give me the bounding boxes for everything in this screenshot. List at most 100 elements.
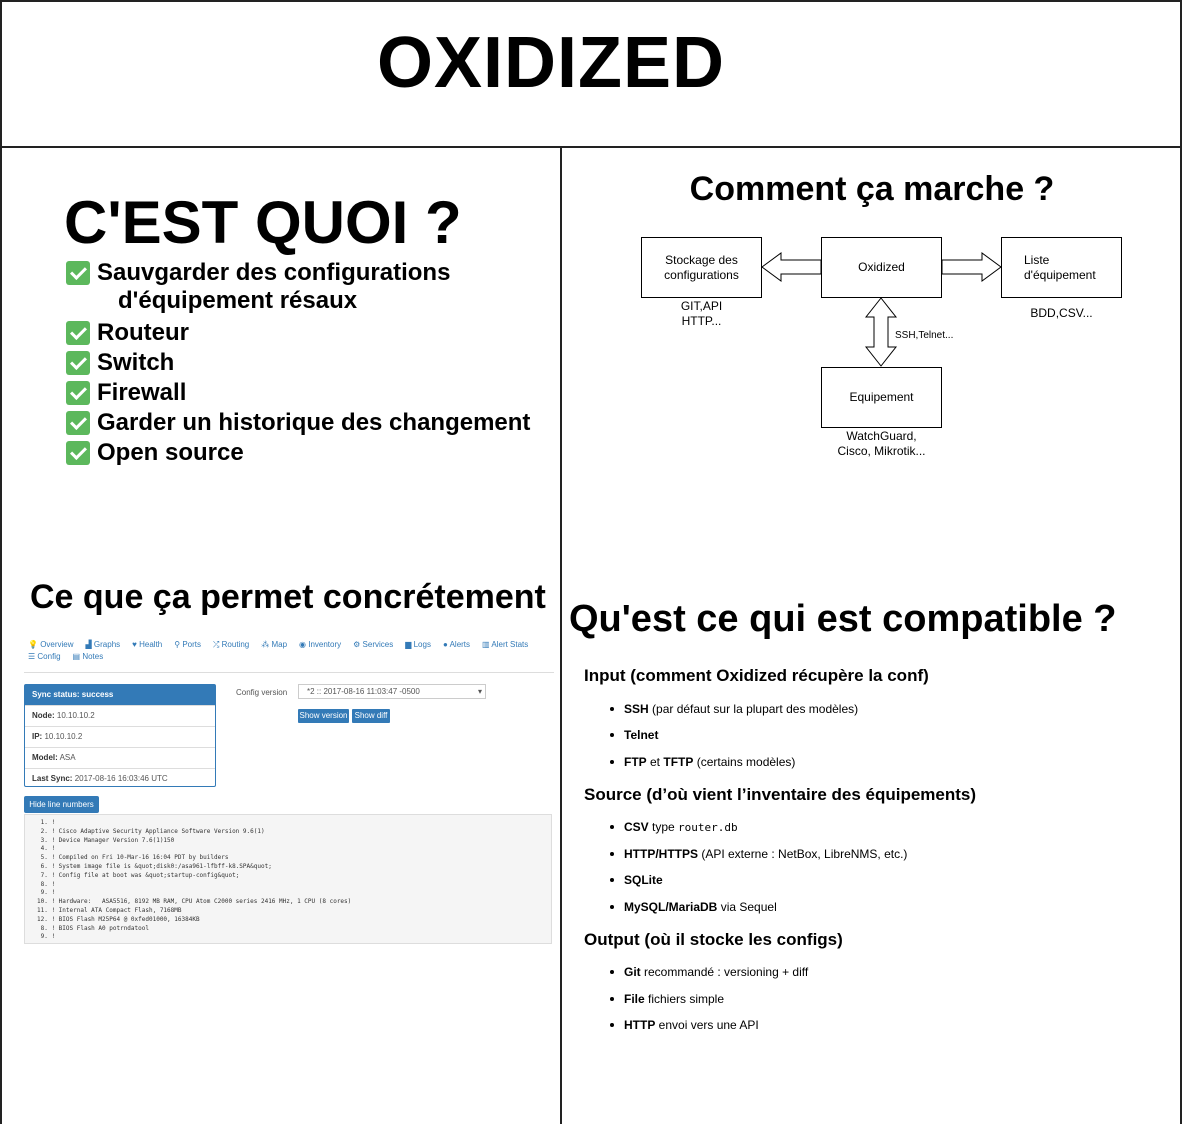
source-item: SQLite <box>610 873 663 887</box>
link-caption: SSH,Telnet... <box>895 330 954 341</box>
item-text: et <box>646 755 664 769</box>
item-text: (certains modèles) <box>693 755 796 769</box>
item-text: type <box>648 820 679 834</box>
code-line: 10. ! Hardware: ASA5516, 8192 MB RAM, CP… <box>37 898 352 906</box>
row-key: Node: <box>32 711 55 720</box>
list-node-line2: d'équipement <box>1024 267 1096 282</box>
code-line: 11. ! Internal ATA Compact Flash, 7168MB <box>37 906 182 914</box>
config-version-label: Config version <box>236 688 288 697</box>
item-bold: HTTP <box>624 1018 656 1032</box>
config-version-select[interactable]: *2 :: 2017-08-16 11:03:47 -0500 <box>298 684 486 699</box>
nav-ports[interactable]: ⚲ Ports <box>174 640 201 650</box>
nav-label: Ports <box>182 640 202 649</box>
item-bold: Telnet <box>624 728 659 742</box>
code-line: 12. ! BIOS Flash M25P64 @ 0xfed01000, 16… <box>37 915 200 923</box>
item-bold: HTTP/HTTPS <box>624 847 698 861</box>
nav-label: Graphs <box>93 640 121 649</box>
item-bold: FTP <box>624 755 647 769</box>
nav-alerts[interactable]: ● Alerts <box>443 640 470 650</box>
code-line: 4. ! <box>37 845 56 853</box>
input-item: SSH (par défaut sur la plupart des modèl… <box>610 702 858 716</box>
output-item: Git recommandé : versioning + diff <box>610 965 808 979</box>
input-item: FTP et TFTP (certains modèles) <box>610 755 795 769</box>
storage-caption: GIT,API HTTP... <box>641 299 762 329</box>
nav-alert-stats[interactable]: ▥ Alert Stats <box>482 640 528 650</box>
item-bold: File <box>624 992 645 1006</box>
nav-label: Services <box>362 640 394 649</box>
storage-caption-line1: GIT,API <box>680 299 723 313</box>
panel-row: Last Sync: 2017-08-16 16:03:46 UTC <box>25 768 215 789</box>
code-line: 2. ! Cisco Adaptive Security Appliance S… <box>37 827 265 835</box>
oxidized-node-label: Oxidized <box>858 260 905 274</box>
code-line: 9. ! <box>37 933 56 941</box>
config-code: 1. ! 2. ! Cisco Adaptive Security Applia… <box>24 814 552 944</box>
item-text: recommandé : versioning + diff <box>640 965 809 979</box>
storage-node: Stockage des configurations <box>641 237 762 298</box>
equipment-node: Equipement <box>821 367 942 428</box>
panel-row: IP: 10.10.10.2 <box>25 726 215 747</box>
nav-inventory[interactable]: ◉ Inventory <box>299 640 341 650</box>
row-value: ASA <box>59 753 76 762</box>
panel-row: Model: ASA <box>25 747 215 768</box>
equipment-caption: WatchGuard, Cisco, Mikrotik... <box>811 429 952 459</box>
equipment-caption-line2: Cisco, Mikrotik... <box>837 444 926 458</box>
source-item: HTTP/HTTPS (API externe : NetBox, LibreN… <box>610 847 907 861</box>
item-text: fichiers simple <box>644 992 725 1006</box>
list-node: Liste d'équipement <box>1001 237 1122 298</box>
nav-label: Health <box>139 640 163 649</box>
nav-label: Logs <box>413 640 431 649</box>
output-item: File fichiers simple <box>610 992 724 1006</box>
storage-node-line1: Stockage des <box>665 252 738 267</box>
hide-line-numbers-button[interactable]: Hide line numbers <box>24 796 99 813</box>
item-code: router.db <box>678 821 738 834</box>
item-bold: MySQL/MariaDB <box>624 900 718 914</box>
list-caption: BDD,CSV... <box>1030 306 1093 320</box>
nav-label: Alert Stats <box>491 640 529 649</box>
panel-row: Node: 10.10.10.2 <box>25 705 215 726</box>
code-line: 8. ! BIOS Flash A0 potrndatool <box>37 924 149 932</box>
equipment-caption-line1: WatchGuard, <box>846 429 917 443</box>
item-text: (par défaut sur la plupart des modèles) <box>648 702 859 716</box>
nav-routing[interactable]: ⤮ Routing <box>213 640 249 650</box>
nav-divider <box>24 672 554 673</box>
code-line: 8. ! <box>37 880 56 888</box>
code-line: 6. ! System image file is &quot;disk0:/a… <box>37 862 272 870</box>
nav-label: Notes <box>82 652 104 661</box>
nav-label: Routing <box>221 640 250 649</box>
row-value: 2017-08-16 16:03:46 UTC <box>74 774 168 783</box>
source-item: MySQL/MariaDB via Sequel <box>610 900 777 914</box>
item-text: (API externe : NetBox, LibreNMS, etc.) <box>698 847 908 861</box>
nav-health[interactable]: ♥ Health <box>132 640 162 650</box>
code-line: 5. ! Compiled on Fri 10-Mar-16 16:04 PDT… <box>37 854 229 862</box>
output-heading: Output (où il stocke les configs) <box>584 930 843 949</box>
row-value: 10.10.10.2 <box>56 711 95 720</box>
nav-graphs[interactable]: ▟ Graphs <box>86 640 121 650</box>
nav-overview[interactable]: 💡 Overview <box>28 640 74 650</box>
item-text: via Sequel <box>717 900 777 914</box>
arrow-to-equipment <box>864 297 898 367</box>
storage-caption-line2: HTTP... <box>681 314 722 328</box>
sync-panel: Sync status: success Node: 10.10.10.2 IP… <box>24 684 216 787</box>
output-item: HTTP envoi vers une API <box>610 1018 759 1032</box>
oxidized-node: Oxidized <box>821 237 942 298</box>
nav-map[interactable]: ⁂ Map <box>261 640 287 650</box>
nav-config[interactable]: ☰ Config <box>28 652 61 661</box>
show-version-button[interactable]: Show version <box>298 709 349 723</box>
show-diff-button[interactable]: Show diff <box>352 709 390 723</box>
row-key: IP: <box>32 732 43 741</box>
input-item: Telnet <box>610 728 658 742</box>
nav-logs[interactable]: ▆ Logs <box>405 640 431 650</box>
nav-label: Map <box>271 640 288 649</box>
nav-services[interactable]: ⚙ Services <box>353 640 393 650</box>
row-key: Last Sync: <box>32 774 73 783</box>
storage-node-line2: configurations <box>664 267 739 282</box>
nav-label: Overview <box>40 640 74 649</box>
item-bold: Git <box>624 965 641 979</box>
nav-notes[interactable]: ▤ Notes <box>73 652 104 661</box>
item-bold: CSV <box>624 820 649 834</box>
arrow-to-storage <box>761 252 822 282</box>
flow-arrows <box>761 252 1002 367</box>
row-key: Model: <box>32 753 58 762</box>
librenms-screenshot: 💡 Overview ▟ Graphs ♥ Health ⚲ Ports ⤮ R… <box>24 632 554 944</box>
compat-title: Qu'est ce qui est compatible ? <box>569 598 1117 640</box>
